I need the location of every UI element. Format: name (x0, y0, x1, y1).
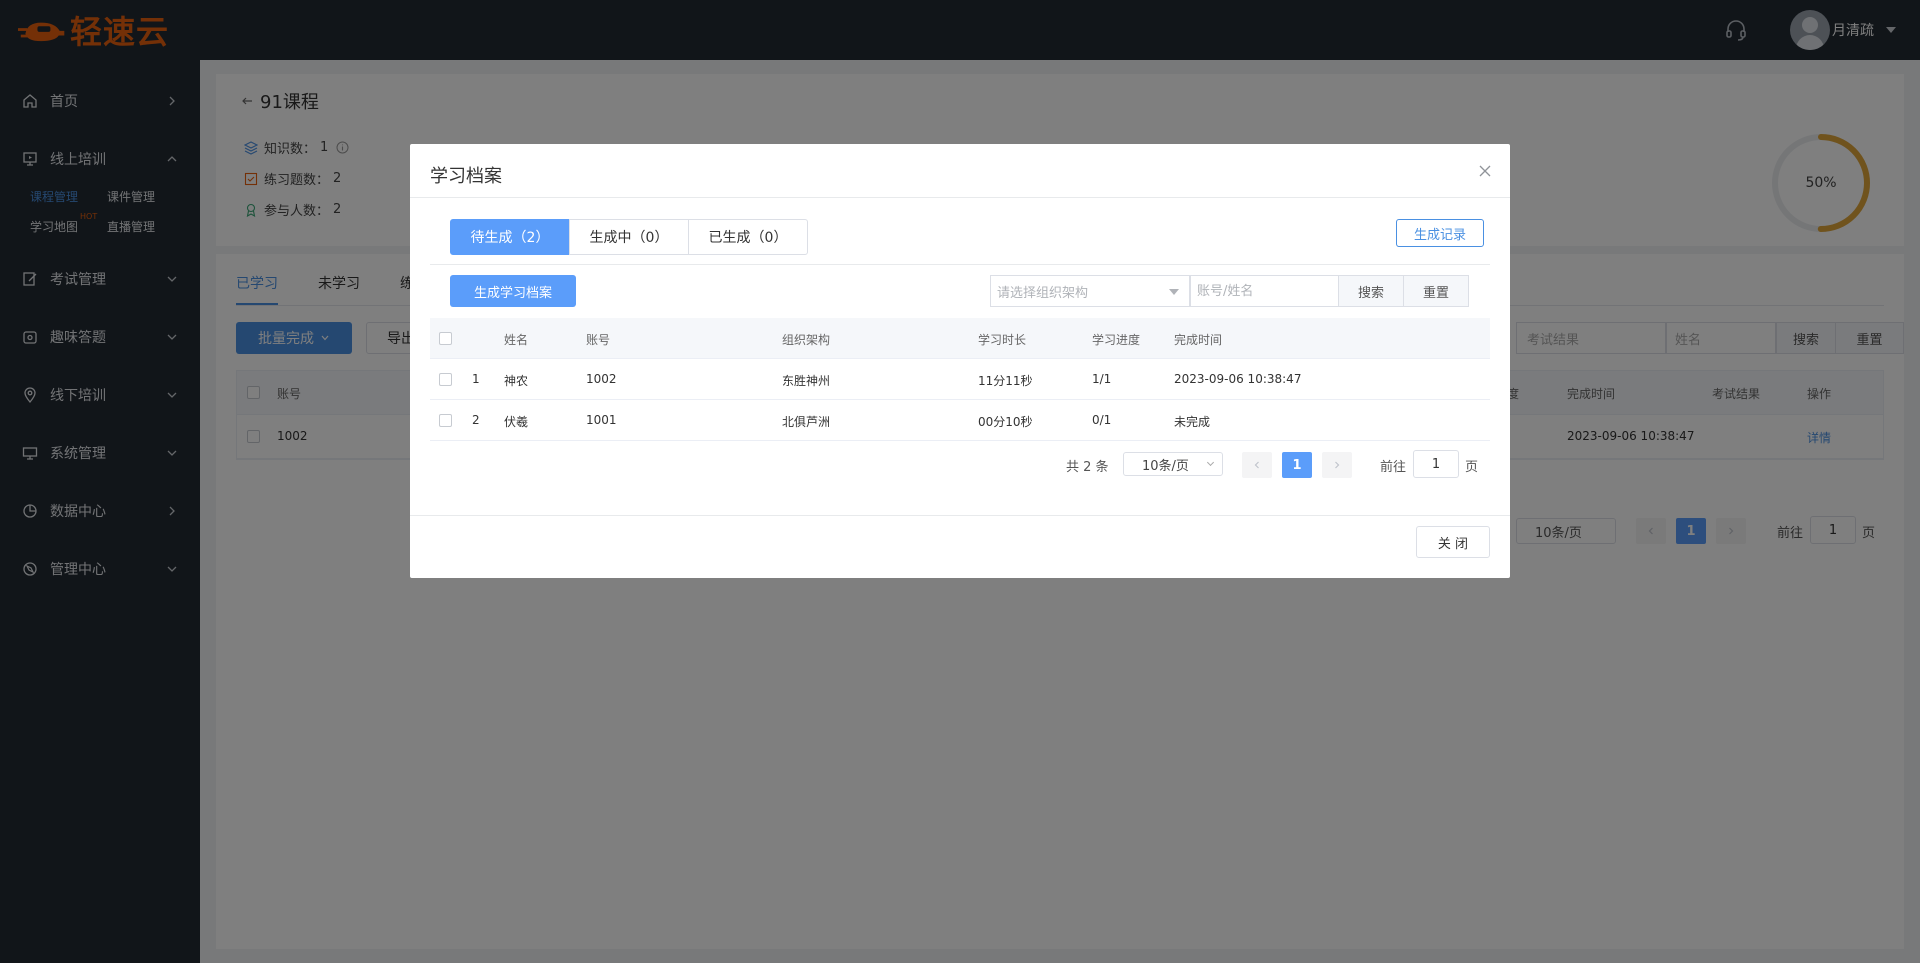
close-button[interactable]: 关 闭 (1416, 526, 1490, 558)
page-size-value: 10条/页 (1142, 458, 1189, 474)
cell-finish-time: 2023-09-06 10:38:47 (1174, 372, 1302, 386)
column-header-account: 账号 (586, 333, 611, 347)
divider (430, 264, 1490, 265)
cell-account: 1002 (586, 372, 617, 386)
table-header: 姓名 账号 组织架构 学习时长 学习进度 完成时间 (430, 318, 1490, 359)
goto-label: 前往 (1380, 460, 1407, 475)
page-unit: 页 (1465, 460, 1479, 475)
select-all-checkbox[interactable] (439, 332, 452, 345)
cell-duration: 00分10秒 (978, 415, 1033, 429)
caret-down-icon (1169, 289, 1179, 295)
tab-generated[interactable]: 已生成（0） (688, 219, 808, 255)
chevron-down-icon (1206, 458, 1215, 467)
generate-archive-button[interactable]: 生成学习档案 (450, 275, 576, 307)
next-page-button[interactable] (1322, 452, 1352, 478)
generate-record-button[interactable]: 生成记录 (1396, 219, 1484, 247)
chevron-left-icon (1254, 461, 1259, 469)
cell-finish-time: 未完成 (1174, 415, 1211, 429)
row-checkbox[interactable] (439, 373, 452, 386)
tab-pending[interactable]: 待生成（2） (450, 219, 570, 255)
dialog-header: 学习档案 (410, 144, 1510, 198)
dialog-title: 学习档案 (430, 166, 502, 187)
org-structure-select[interactable]: 请选择组织架构 (990, 275, 1190, 307)
current-page[interactable]: 1 (1282, 452, 1312, 478)
cell-progress: 1/1 (1092, 372, 1112, 386)
cell-account: 1001 (586, 413, 617, 427)
chevron-right-icon (1335, 461, 1340, 469)
cell-index: 2 (472, 413, 480, 427)
table-row: 1 神农 1002 东胜神州 11分11秒 1/1 2023-09-06 10:… (430, 359, 1490, 400)
close-icon[interactable] (1478, 164, 1492, 178)
cell-org: 北俱芦洲 (782, 415, 831, 429)
column-header-name: 姓名 (504, 333, 529, 347)
column-header-finish-time: 完成时间 (1174, 333, 1223, 347)
column-header-org: 组织架构 (782, 333, 831, 347)
column-header-duration: 学习时长 (978, 333, 1027, 347)
table-row: 2 伏羲 1001 北俱芦洲 00分10秒 0/1 未完成 (430, 400, 1490, 441)
cell-progress: 0/1 (1092, 413, 1112, 427)
prev-page-button[interactable] (1242, 452, 1272, 478)
cell-name: 神农 (504, 374, 529, 388)
total-count: 共 2 条 (1066, 460, 1109, 475)
cell-index: 1 (472, 372, 480, 386)
column-header-progress: 学习进度 (1092, 333, 1141, 347)
cell-duration: 11分11秒 (978, 374, 1033, 388)
search-button-group: 搜索 重置 (1338, 275, 1469, 307)
archive-status-tabs: 待生成（2） 生成中（0） 已生成（0） (450, 219, 808, 255)
page-size-select[interactable]: 10条/页 (1123, 452, 1223, 476)
cell-name: 伏羲 (504, 415, 529, 429)
dialog-footer: 关 闭 (410, 515, 1510, 578)
search-button[interactable]: 搜索 (1338, 275, 1404, 307)
cell-org: 东胜神州 (782, 374, 831, 388)
pagination: 共 2 条 10条/页 1 前往 页 (410, 450, 1510, 478)
goto-page-input[interactable] (1413, 450, 1459, 478)
org-select-placeholder: 请选择组织架构 (997, 285, 1089, 301)
row-checkbox[interactable] (439, 414, 452, 427)
learning-archive-dialog: 学习档案 待生成（2） 生成中（0） 已生成（0） 生成记录 生成学习档案 请选… (410, 144, 1510, 578)
archive-table: 姓名 账号 组织架构 学习时长 学习进度 完成时间 1 神农 1002 东胜神州… (430, 318, 1490, 441)
account-name-input[interactable] (1190, 275, 1340, 307)
reset-button[interactable]: 重置 (1403, 275, 1469, 307)
tab-generating[interactable]: 生成中（0） (569, 219, 689, 255)
